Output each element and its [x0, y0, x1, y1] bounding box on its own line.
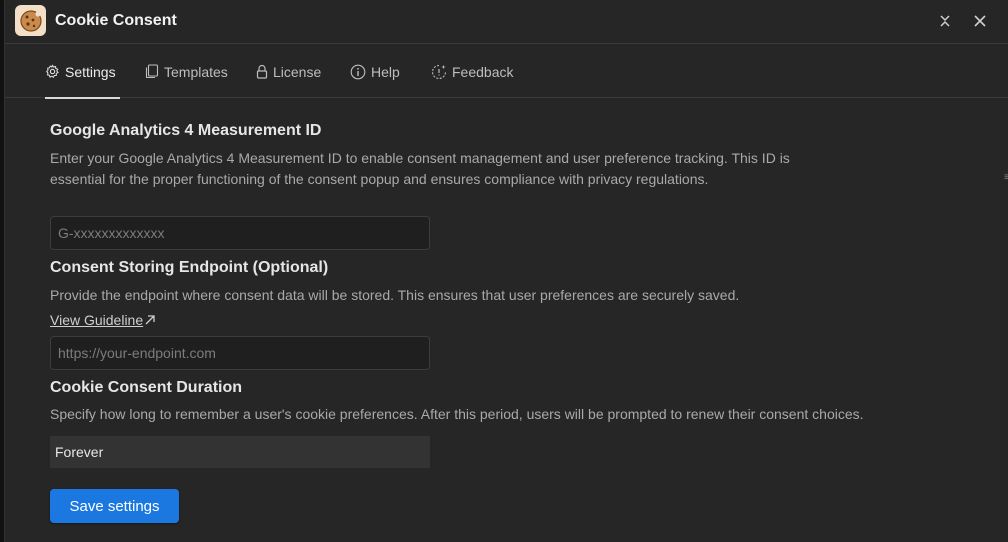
view-guideline-link[interactable]: View Guideline [50, 312, 156, 328]
tab-feedback[interactable]: Feedback [431, 45, 513, 98]
feedback-icon [431, 64, 447, 79]
collapse-button[interactable] [934, 10, 956, 32]
duration-description: Specify how long to remember a user's co… [50, 406, 864, 422]
cookie-app-icon [15, 5, 46, 36]
consent-duration-value: Forever [55, 444, 104, 460]
tab-settings[interactable]: Settings [45, 45, 120, 99]
collapse-icon [940, 15, 950, 27]
consent-endpoint-input[interactable] [50, 336, 430, 370]
tab-help-label: Help [371, 63, 400, 80]
close-icon [974, 15, 986, 27]
templates-icon [145, 64, 159, 79]
ga4-description: Enter your Google Analytics 4 Measuremen… [50, 150, 790, 187]
external-link-icon [145, 315, 155, 325]
scroll-indicator[interactable]: ≡ [1004, 172, 1008, 183]
tab-templates[interactable]: Templates [145, 45, 228, 98]
ga4-section-title: Google Analytics 4 Measurement ID [50, 122, 322, 139]
view-guideline-label: View Guideline [50, 312, 144, 328]
title-bar: Cookie Consent [5, 0, 1008, 44]
tab-license-label: License [273, 63, 322, 80]
save-settings-button[interactable]: Save settings [50, 489, 179, 523]
window-title: Cookie Consent [55, 12, 177, 29]
gear-icon [45, 64, 59, 79]
tab-templates-label: Templates [164, 63, 228, 80]
consent-duration-select[interactable]: Forever [50, 436, 430, 468]
tab-help[interactable]: Help [350, 45, 400, 98]
duration-section-title: Cookie Consent Duration [50, 379, 243, 396]
tab-license[interactable]: License [256, 45, 321, 98]
tab-bar: Settings Templates License Help Feedback [5, 45, 1008, 99]
endpoint-section-title: Consent Storing Endpoint (Optional) [50, 259, 329, 276]
endpoint-description: Provide the endpoint where consent data … [50, 287, 740, 303]
info-icon [350, 64, 366, 79]
lock-icon [256, 64, 268, 79]
cookie-consent-window: Cookie Consent Settings Templates Licens… [4, 0, 1008, 542]
ga4-measurement-id-input[interactable] [50, 216, 430, 250]
close-button[interactable] [969, 10, 991, 32]
tab-settings-label: Settings [65, 63, 116, 80]
tab-feedback-label: Feedback [452, 63, 514, 80]
